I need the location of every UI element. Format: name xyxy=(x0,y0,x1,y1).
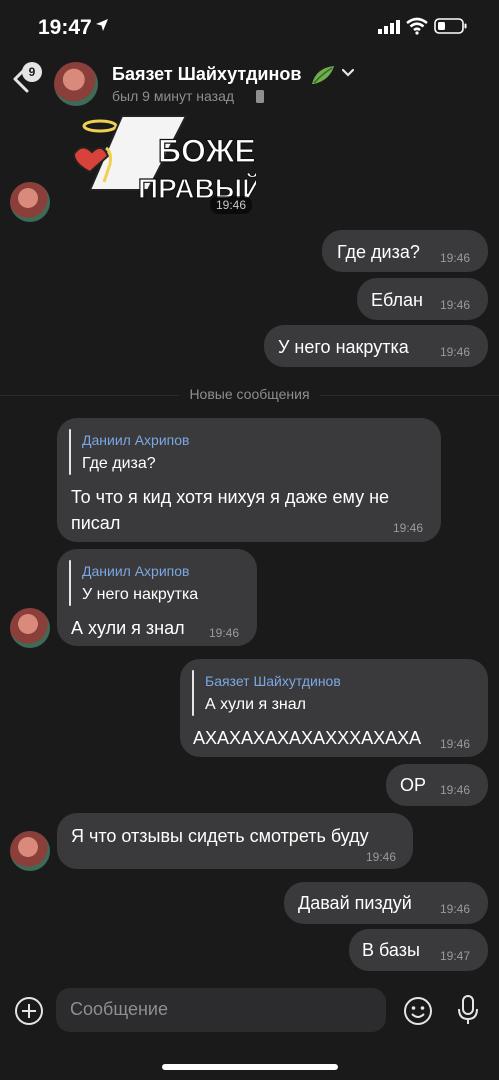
reply-text: Где диза? xyxy=(82,455,156,472)
reply-quote-bar xyxy=(69,560,71,606)
unread-count-badge: 9 xyxy=(22,62,42,82)
sender-avatar[interactable] xyxy=(10,182,50,222)
plus-circle-icon[interactable] xyxy=(14,996,44,1026)
leaf-emoji-icon xyxy=(312,66,334,84)
sender-avatar[interactable] xyxy=(10,831,50,871)
message-text-line2: писал xyxy=(71,513,121,533)
contact-name[interactable]: Баязет Шайхутдинов xyxy=(112,64,301,85)
microphone-icon[interactable] xyxy=(456,994,480,1026)
smile-icon[interactable] xyxy=(403,996,433,1026)
reply-quote-bar xyxy=(192,670,194,716)
message-text: АХАХАХАХАХАХХХАХАХА xyxy=(193,728,422,748)
message-time: 19:46 xyxy=(210,196,253,214)
sender-avatar[interactable] xyxy=(10,608,50,648)
reply-text: А хули я знал xyxy=(205,696,306,713)
message-time: 19:46 xyxy=(209,626,240,640)
chevron-down-icon[interactable] xyxy=(341,68,355,78)
message-text: Еблан xyxy=(371,290,423,310)
battery-icon xyxy=(434,18,467,34)
mobile-phone-icon xyxy=(256,90,264,103)
message-text: В базы xyxy=(362,940,420,960)
location-arrow-icon xyxy=(96,19,108,31)
status-time: 19:47 xyxy=(38,16,92,39)
message-text: Я что отзывы сидеть смотреть буду xyxy=(71,826,369,846)
message-time: 19:46 xyxy=(366,850,397,864)
message-time: 19:46 xyxy=(440,251,471,265)
reply-author: Баязет Шайхутдинов xyxy=(205,673,341,689)
reply-author: Даниил Ахрипов xyxy=(82,563,190,579)
sticker-text-line1: БОЖЕ xyxy=(158,133,256,169)
reply-author: Даниил Ахрипов xyxy=(82,432,190,448)
reply-quote-bar xyxy=(69,429,71,475)
message-text: А хули я знал xyxy=(71,618,185,638)
message-time: 19:46 xyxy=(440,298,471,312)
message-text-line1: То что я кид хотя нихуя я даже ему не xyxy=(71,487,390,507)
message-time: 19:46 xyxy=(440,783,471,797)
wifi-icon xyxy=(406,17,428,35)
home-indicator xyxy=(162,1064,338,1070)
signal-icon xyxy=(378,20,400,34)
message-text: Давай пиздуй xyxy=(298,893,412,913)
new-messages-label: Новые сообщения xyxy=(179,386,320,402)
message-time: 19:47 xyxy=(440,949,471,963)
contact-avatar[interactable] xyxy=(54,62,98,106)
message-time: 19:46 xyxy=(393,521,424,535)
message-input-placeholder: Сообщение xyxy=(70,999,168,1019)
message-text: Где диза? xyxy=(337,242,420,262)
message-time: 19:46 xyxy=(440,902,471,916)
reply-text: У него накрутка xyxy=(82,586,199,603)
message-time: 19:46 xyxy=(440,345,471,359)
message-time: 19:46 xyxy=(440,737,471,751)
message-text: ОР xyxy=(400,775,427,795)
message-text: У него накрутка xyxy=(278,337,409,357)
new-messages-divider: Новые сообщения xyxy=(0,386,499,402)
last-seen-status: был 9 минут назад xyxy=(112,88,235,104)
